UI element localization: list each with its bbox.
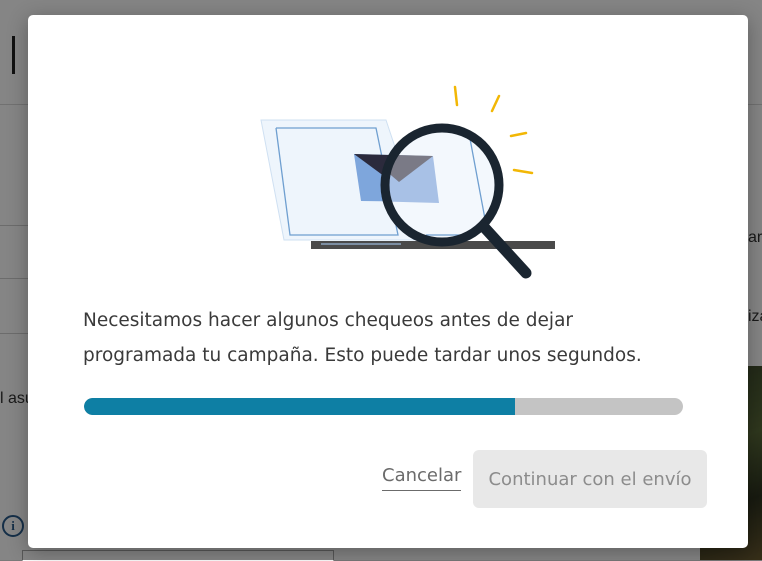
laptop-magnifier-envelope-icon (260, 85, 555, 279)
status-message-line: programada tu campaña. Esto puede tardar… (83, 345, 642, 366)
cancel-button[interactable]: Cancelar (382, 465, 462, 491)
progress-bar (84, 398, 683, 415)
status-message: Necesitamos hacer algunos chequeos antes… (83, 303, 683, 373)
continue-sending-button[interactable]: Continuar con el envío (473, 450, 707, 508)
status-message-line: Necesitamos hacer algunos chequeos antes… (83, 310, 574, 331)
progress-bar-fill (84, 398, 516, 415)
checking-modal: Necesitamos hacer algunos chequeos antes… (28, 15, 748, 548)
